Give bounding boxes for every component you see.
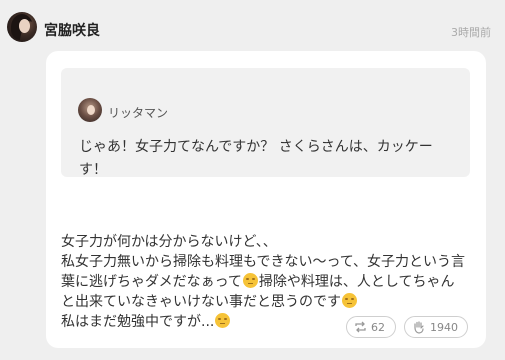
author-name[interactable]: 宮脇咲良 <box>44 20 100 40</box>
post-timestamp: 3時間前 <box>451 26 491 39</box>
like-button[interactable]: 1940 <box>404 316 468 338</box>
like-count: 1940 <box>430 320 458 334</box>
sweat-smile-emoji-icon <box>215 313 231 328</box>
repost-count: 62 <box>371 320 385 334</box>
sweat-smile-emoji-icon <box>242 273 258 288</box>
post-header: 宮脇咲良 3時間前 <box>0 0 505 56</box>
author-avatar[interactable] <box>7 12 37 42</box>
hand-clap-icon <box>414 321 424 334</box>
repost-button[interactable]: 62 <box>346 316 396 338</box>
repost-icon <box>355 321 366 333</box>
body-text-segment: 掃除や料理は、人としてちゃん <box>258 274 455 290</box>
body-line: 葉に逃げちゃダメだなぁって 掃除や料理は、人としてちゃん <box>61 272 481 292</box>
sweat-smile-emoji-icon <box>342 293 357 308</box>
quoted-author-avatar[interactable] <box>78 98 102 122</box>
quoted-text-line: じゃあ！女子力てなんですか？ さくらさんは、カッケー <box>79 139 433 155</box>
quoted-author-name[interactable]: リッタマン <box>108 104 168 121</box>
quoted-text: じゃあ！女子力てなんですか？ さくらさんは、カッケー す！ <box>79 136 471 182</box>
body-line: と出来ていなきゃいけない事だと思うのです <box>61 292 481 312</box>
post-card: リッタマン じゃあ！女子力てなんですか？ さくらさんは、カッケー す！ 女子力が… <box>46 51 486 348</box>
body-text-segment: と出来ていなきゃいけない事だと思うのです <box>61 294 341 310</box>
body-text-segment: 葉に逃げちゃダメだなぁって <box>61 274 242 290</box>
quoted-post[interactable]: リッタマン じゃあ！女子力てなんですか？ さくらさんは、カッケー す！ <box>61 68 470 178</box>
body-line: 女子力が何かは分からないけど、、 <box>61 234 277 250</box>
quoted-text-line: す！ <box>79 162 107 178</box>
body-text-segment: 私はまだ勉強中ですが... <box>61 314 215 330</box>
body-line: 私女子力無いから掃除も料理もできない〜って、女子力という言 <box>61 254 466 270</box>
